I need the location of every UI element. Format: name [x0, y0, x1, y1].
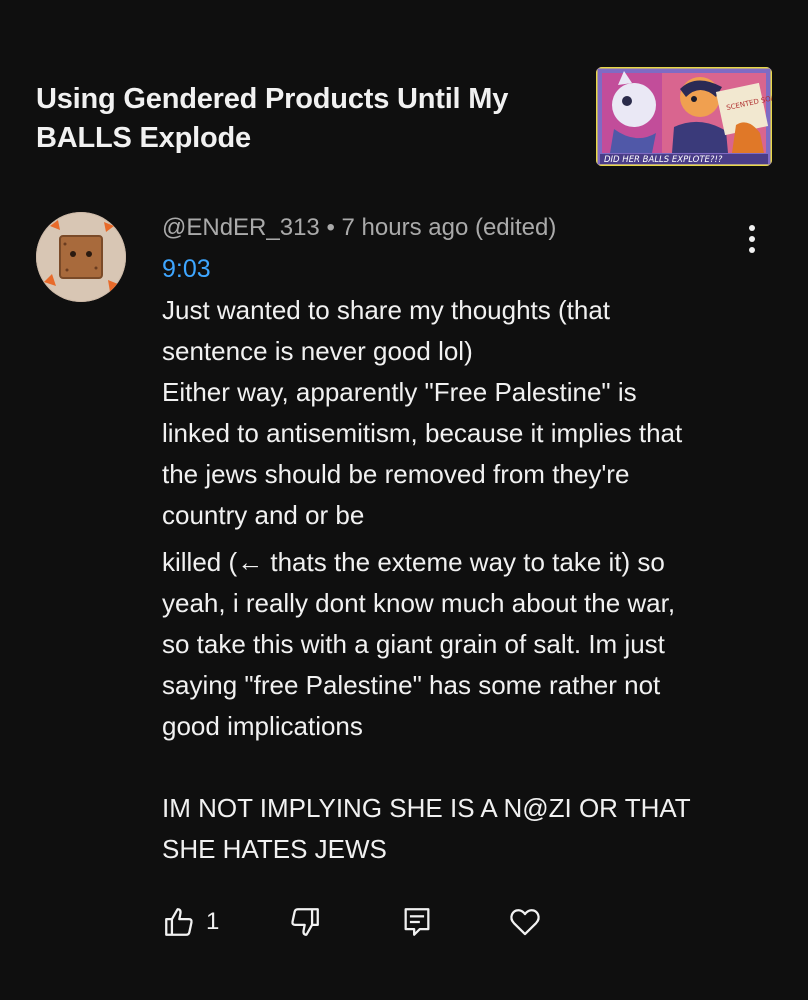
- comment-line: good implications: [162, 711, 363, 741]
- comment-line: SHE HATES JEWS: [162, 834, 387, 864]
- comment-author[interactable]: @ENdER_313: [162, 214, 320, 241]
- comment-line: linked to antisemitism, because it impli…: [162, 418, 683, 448]
- like-count: 1: [206, 908, 220, 935]
- comment-time: 7 hours ago (edited): [341, 214, 557, 241]
- comment-line: saying "free Palestine" has some rather …: [162, 670, 661, 700]
- meta-separator: •: [326, 214, 335, 241]
- comment-line: killed (← thats the exteme way to take i…: [162, 547, 665, 577]
- video-title-line-2: BALLS Explode: [36, 122, 251, 154]
- dislike-button[interactable]: [288, 902, 322, 942]
- more-options-button[interactable]: [735, 222, 769, 256]
- comment-actions: 1: [0, 902, 808, 942]
- thumbs-up-icon: [165, 908, 193, 936]
- comment-line: IM NOT IMPLYING SHE IS A N@ZI OR THAT: [162, 793, 691, 823]
- heart-button[interactable]: [508, 902, 542, 942]
- timestamp-link[interactable]: 9:03: [162, 254, 211, 284]
- thumbnail-caption: DID HER BALLS EXPLOTE?!?: [604, 155, 723, 165]
- comment-line: so take this with a giant grain of salt.…: [162, 629, 665, 659]
- comment-line: country and or be: [162, 500, 365, 530]
- comment-line: Either way, apparently "Free Palestine" …: [162, 377, 637, 407]
- video-thumbnail[interactable]: SCENTED SOAP DID HER BALLS EXPLOTE?!?: [596, 67, 772, 166]
- comment-blank-line: [162, 747, 762, 788]
- heart-icon: [510, 909, 540, 936]
- comment-meta: @ENdER_313 • 7 hours ago (edited): [162, 213, 556, 243]
- video-title[interactable]: Using Gendered Products Until My BALLS E…: [36, 80, 556, 158]
- comment-line: sentence is never good lol): [162, 336, 473, 366]
- more-vertical-icon: [749, 225, 755, 253]
- comment-body: Just wanted to share my thoughts (that s…: [162, 290, 762, 870]
- comment-line: the jews should be removed from they're: [162, 459, 630, 489]
- thumbs-down-icon: [291, 908, 319, 936]
- video-title-line-1: Using Gendered Products Until My: [36, 83, 509, 115]
- reply-button[interactable]: [402, 902, 432, 942]
- reply-icon: [404, 908, 430, 936]
- avatar[interactable]: [36, 212, 126, 302]
- like-button[interactable]: 1: [162, 902, 219, 942]
- comment-line: Just wanted to share my thoughts (that: [162, 295, 611, 325]
- comment-line: yeah, i really dont know much about the …: [162, 588, 676, 618]
